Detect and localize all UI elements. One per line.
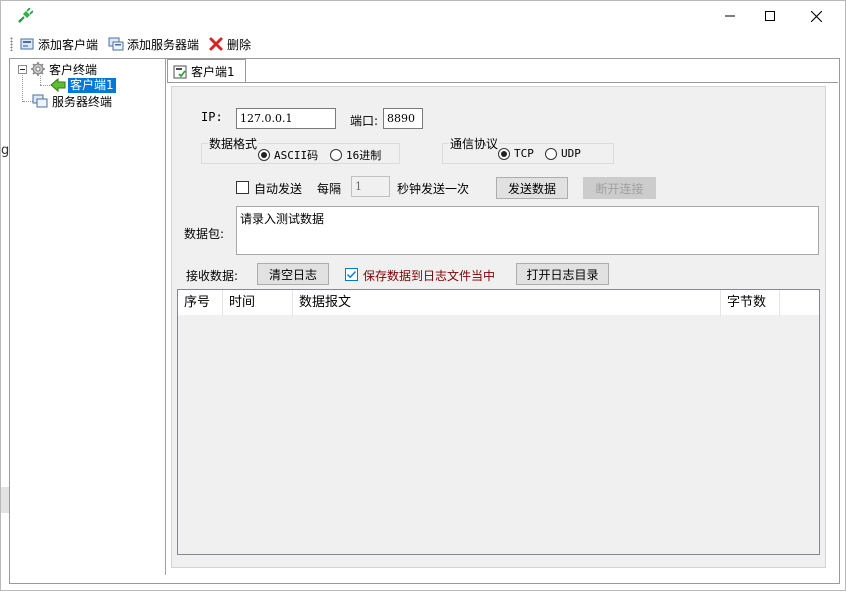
green-arrow-icon — [50, 77, 66, 93]
maximize-icon — [765, 11, 775, 21]
close-icon — [810, 10, 822, 22]
protocol-udp-radio[interactable]: UDP — [545, 147, 581, 160]
tab-page-icon — [173, 65, 187, 78]
add-server-button[interactable]: 添加服务器端 — [108, 34, 199, 54]
format-ascii-radio[interactable]: ASCII码 — [258, 147, 318, 163]
auto-send-label: 自动发送 — [254, 182, 303, 196]
column-header-bytes[interactable]: 字节数 — [721, 290, 780, 316]
column-header-index[interactable]: 序号 — [178, 290, 223, 316]
server-icon — [32, 94, 48, 108]
app-window: 添加客户端 添加服务器端 删除 g 客户终端 客户端1 服务器终端 客户端1 I… — [0, 0, 846, 591]
ip-label: IP: — [201, 110, 223, 124]
radio-circle[interactable] — [545, 147, 557, 160]
column-header-message[interactable]: 数据报文 — [293, 290, 721, 316]
radio-label: 16进制 — [346, 149, 382, 162]
left-edge-strip — [1, 487, 9, 513]
red-x-icon — [209, 37, 223, 51]
format-group-title: 数据格式 — [208, 135, 259, 152]
delete-label: 删除 — [227, 37, 252, 52]
radio-label: ASCII码 — [274, 149, 319, 162]
receive-label: 接收数据: — [186, 269, 239, 283]
save-to-log-label: 保存数据到日志文件当中 — [363, 269, 496, 283]
add-server-icon — [108, 37, 124, 51]
tree-item-server-root[interactable]: 服务器终端 — [32, 93, 112, 109]
port-label: 端口: — [350, 114, 379, 128]
add-client-button[interactable]: 添加客户端 — [19, 34, 98, 54]
format-hex-radio[interactable]: 16进制 — [330, 147, 381, 163]
tree-item-label: 客户端1 — [68, 77, 116, 93]
open-log-dir-button[interactable]: 打开日志目录 — [516, 263, 609, 285]
green-plug-icon — [18, 8, 33, 23]
title-bar[interactable] — [1, 1, 845, 31]
radio-label: UDP — [561, 147, 581, 160]
interval-prefix: 每隔 — [317, 182, 342, 196]
tree-view[interactable]: 客户终端 客户端1 服务器终端 — [10, 59, 166, 575]
table-header: 序号 时间 数据报文 字节数 — [178, 290, 819, 316]
delete-button[interactable]: 删除 — [208, 34, 251, 54]
toolbar: 添加客户端 添加服务器端 删除 — [1, 31, 845, 57]
tree-item-label: 客户终端 — [49, 62, 98, 77]
gear-icon — [31, 62, 45, 76]
tree-expander[interactable] — [18, 64, 27, 74]
tree-item-client-1[interactable]: 客户端1 — [50, 77, 116, 93]
add-client-icon — [20, 38, 34, 50]
interval-input[interactable]: 1 — [351, 176, 390, 197]
column-header-time[interactable]: 时间 — [223, 290, 293, 316]
tab-strip: 客户端1 — [167, 59, 839, 83]
checkmark-icon — [347, 271, 357, 279]
protocol-tcp-radio[interactable]: TCP — [498, 147, 534, 160]
radio-circle[interactable] — [330, 149, 342, 161]
tree-connector — [40, 76, 41, 85]
ip-input[interactable]: 127.0.0.1 — [236, 108, 336, 129]
send-data-button[interactable]: 发送数据 — [496, 177, 568, 199]
tree-item-client-root[interactable]: 客户终端 — [18, 61, 97, 77]
clear-log-button[interactable]: 清空日志 — [257, 263, 329, 285]
add-server-label: 添加服务器端 — [127, 37, 200, 52]
radio-label: TCP — [514, 147, 534, 160]
protocol-group-title: 通信协议 — [449, 135, 500, 152]
add-client-label: 添加客户端 — [38, 37, 99, 52]
minimize-icon — [725, 15, 735, 17]
disconnect-button[interactable]: 断开连接 — [583, 177, 656, 199]
tab-label: 客户端1 — [191, 65, 235, 79]
received-data-table[interactable]: 序号 时间 数据报文 字节数 — [177, 289, 820, 555]
port-input[interactable]: 8890 — [383, 108, 423, 129]
maximize-button[interactable] — [747, 1, 793, 31]
auto-send-checkbox[interactable] — [236, 181, 249, 194]
tree-item-label: 服务器终端 — [52, 94, 113, 109]
packet-label: 数据包: — [184, 227, 225, 241]
tree-connector — [40, 85, 50, 86]
save-to-log-checkbox[interactable] — [345, 268, 358, 281]
close-button[interactable] — [793, 1, 839, 31]
radio-circle[interactable] — [498, 147, 510, 160]
radio-circle[interactable] — [258, 149, 270, 161]
packet-textarea[interactable]: 请录入测试数据 — [236, 206, 819, 255]
interval-suffix: 秒钟发送一次 — [397, 182, 470, 196]
toolbar-grip[interactable] — [10, 37, 13, 51]
tab-client-1[interactable]: 客户端1 — [167, 59, 246, 83]
